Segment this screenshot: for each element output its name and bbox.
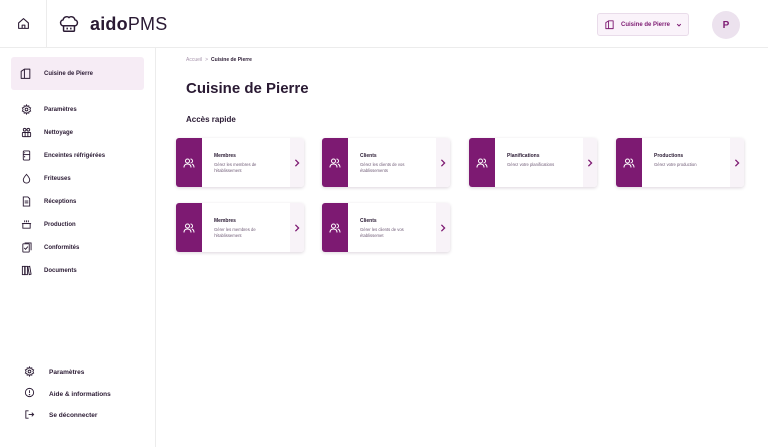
- home-icon: [17, 18, 29, 29]
- books-icon: [20, 265, 32, 277]
- card-body: Planifications Gérez votre planification…: [495, 138, 583, 187]
- sidebar-item-friteuses[interactable]: Friteuses: [20, 167, 150, 190]
- card-description: Gérez les membres de l'établissement: [214, 162, 257, 173]
- chevron-right-icon: [290, 203, 304, 252]
- sidebar-item-receptions[interactable]: Réceptions: [20, 190, 150, 213]
- card-description: Gérez les clients de vos établissements: [360, 162, 405, 173]
- breadcrumb-current: Cuisine de Pierre: [211, 57, 252, 63]
- user-avatar[interactable]: P: [712, 11, 740, 39]
- card-description: Gérez votre planifications: [507, 162, 555, 167]
- kitchen-icon: [605, 20, 614, 30]
- users-icon: [322, 138, 348, 187]
- sidebar-item-label: Se déconnecter: [49, 412, 98, 420]
- sidebar-item-enceintes[interactable]: Enceintes réfrigérées: [20, 144, 150, 167]
- card-body: Clients Gérer les clients de vos établis…: [348, 203, 436, 252]
- top-bar: aidoPMS Cuisine de Pierre P: [0, 0, 768, 48]
- chevron-right-icon: [436, 138, 450, 187]
- card-description: Gérer les membres de l'établissement: [214, 227, 256, 238]
- users-icon: [176, 138, 202, 187]
- droplet-icon: [20, 173, 32, 185]
- site-selector[interactable]: Cuisine de Pierre: [597, 13, 689, 36]
- sidebar-item-label: Nettoyage: [44, 129, 74, 136]
- breadcrumb: Accueil > Cuisine de Pierre: [186, 57, 252, 63]
- sidebar-bottom-logout[interactable]: Se déconnecter: [24, 405, 149, 427]
- chevron-right-icon: [290, 138, 304, 187]
- sidebar-item-parametres[interactable]: Paramètres: [20, 98, 150, 121]
- card-description: Gérer les clients de vos établissemet: [360, 227, 404, 238]
- site-selector-label: Cuisine de Pierre: [620, 21, 671, 28]
- quick-access-card-planifications[interactable]: Planifications Gérez votre planification…: [469, 138, 597, 187]
- kitchen-icon: [20, 68, 31, 79]
- users-icon: [322, 203, 348, 252]
- card-title: Planifications: [507, 153, 540, 159]
- chef-hat-icon: [59, 15, 79, 32]
- card-description: Gérez votre production: [654, 162, 697, 167]
- card-title: Clients: [360, 153, 377, 159]
- chevron-down-icon: [676, 23, 682, 27]
- sidebar: Cuisine de Pierre Paramètres Nettoyage E…: [0, 48, 156, 447]
- sidebar-item-label: Paramètres: [49, 369, 85, 377]
- sidebar-nav: Paramètres Nettoyage Enceintes réfrigéré…: [20, 98, 150, 282]
- quick-access-card-membres-2[interactable]: Membres Gérer les membres de l'établisse…: [176, 203, 304, 252]
- chevron-right-icon: [730, 138, 744, 187]
- card-body: Clients Gérez les clients de vos établis…: [348, 138, 436, 187]
- quick-access-card-clients-2[interactable]: Clients Gérer les clients de vos établis…: [322, 203, 450, 252]
- sidebar-item-label: Production: [44, 221, 76, 228]
- fridge-icon: [20, 150, 32, 162]
- quick-access-card-membres[interactable]: Membres Gérez les membres de l'établisse…: [176, 138, 304, 187]
- sidebar-bottom-parametres[interactable]: Paramètres: [24, 362, 149, 384]
- sidebar-item-label: Documents: [44, 267, 77, 274]
- sidebar-item-label: Conformités: [44, 244, 80, 251]
- quick-access-card-clients[interactable]: Clients Gérez les clients de vos établis…: [322, 138, 450, 187]
- cleaning-icon: [20, 127, 32, 139]
- card-body: Membres Gérer les membres de l'établisse…: [202, 203, 290, 252]
- app-root: aidoPMS Cuisine de Pierre P Cuisine de P…: [0, 0, 768, 447]
- app-logo[interactable]: aidoPMS: [58, 12, 167, 36]
- sidebar-bottom-help[interactable]: Aide & informations: [24, 384, 149, 406]
- sidebar-item-nettoyage[interactable]: Nettoyage: [20, 121, 150, 144]
- card-title: Membres: [214, 218, 236, 224]
- sidebar-item-label: Enceintes réfrigérées: [44, 152, 106, 159]
- sidebar-item-label: Réceptions: [44, 198, 77, 205]
- gear-icon: [20, 104, 32, 116]
- page-title: Cuisine de Pierre: [186, 80, 309, 97]
- users-icon: [469, 138, 495, 187]
- sidebar-item-label: Friteuses: [44, 175, 71, 182]
- chevron-right-icon: [583, 138, 597, 187]
- sidebar-item-label: Paramètres: [44, 106, 77, 113]
- sidebar-item-conformites[interactable]: Conformités: [20, 236, 150, 259]
- chevron-right-icon: [436, 203, 450, 252]
- card-body: Productions Gérez votre production: [642, 138, 730, 187]
- sidebar-bottom-nav: Paramètres Aide & informations Se déconn…: [24, 362, 149, 427]
- section-title-quick-access: Accès rapide: [186, 115, 236, 124]
- checklist-icon: [20, 242, 32, 254]
- card-title: Clients: [360, 218, 377, 224]
- pot-icon: [20, 219, 32, 231]
- breadcrumb-separator: >: [205, 57, 209, 63]
- logout-icon: [24, 407, 35, 425]
- sidebar-item-production[interactable]: Production: [20, 213, 150, 236]
- users-icon: [176, 203, 202, 252]
- sidebar-item-label: Aide & informations: [49, 390, 111, 398]
- receipt-icon: [20, 196, 32, 208]
- gear-icon: [24, 364, 35, 382]
- sidebar-item-documents[interactable]: Documents: [20, 259, 150, 282]
- sidebar-item-label: Cuisine de Pierre: [44, 70, 94, 77]
- card-body: Membres Gérez les membres de l'établisse…: [202, 138, 290, 187]
- info-icon: [24, 385, 35, 403]
- card-title: Productions: [654, 153, 684, 159]
- quick-access-card-productions[interactable]: Productions Gérez votre production: [616, 138, 744, 187]
- sidebar-item-establishment[interactable]: Cuisine de Pierre: [11, 57, 144, 90]
- home-button[interactable]: [0, 0, 47, 47]
- card-title: Membres: [214, 153, 236, 159]
- users-icon: [616, 138, 642, 187]
- brand-name: aidoPMS: [90, 13, 168, 34]
- breadcrumb-home-link[interactable]: Accueil: [186, 57, 202, 63]
